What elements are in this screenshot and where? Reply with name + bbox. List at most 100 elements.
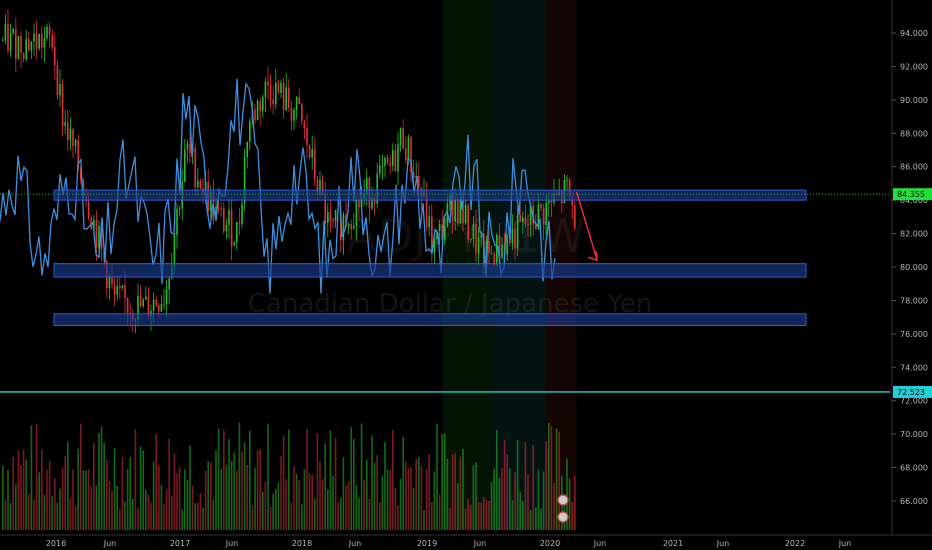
y-tick-label: 86.000 xyxy=(900,163,928,172)
volume-bar xyxy=(137,507,139,530)
candle-body xyxy=(490,252,493,255)
volume-bar xyxy=(106,460,108,530)
volume-bar xyxy=(407,468,410,530)
candle-body xyxy=(17,35,20,60)
volume-bar xyxy=(371,435,373,530)
candle-body xyxy=(158,305,160,312)
volume-bar xyxy=(574,475,576,530)
candle-body xyxy=(272,99,274,105)
volume-bar xyxy=(329,430,332,530)
y-tick-label: 90.000 xyxy=(900,96,928,105)
volume-bar xyxy=(259,449,261,530)
candle-body xyxy=(347,224,350,227)
candle-body xyxy=(282,82,285,111)
volume-bar xyxy=(571,501,573,530)
volume-bar xyxy=(410,466,412,530)
candle-body xyxy=(228,210,230,225)
volume-bar xyxy=(197,502,199,530)
volume-bar xyxy=(100,426,103,530)
volume-bar xyxy=(360,423,363,530)
candle-body xyxy=(12,28,14,34)
volume-bar xyxy=(163,504,165,530)
candle-body xyxy=(233,242,235,246)
volume-bar xyxy=(511,500,514,530)
volume-bar xyxy=(548,423,550,530)
candle-body xyxy=(472,224,475,240)
candle-body xyxy=(566,179,568,181)
volume-bar xyxy=(514,472,516,530)
volume-bar xyxy=(150,502,152,530)
volume-bar xyxy=(119,509,121,530)
candle-body xyxy=(254,109,256,121)
volume-bar xyxy=(54,478,56,530)
volume-bar xyxy=(433,471,436,530)
volume-bar xyxy=(493,468,495,530)
volume-bar xyxy=(399,478,402,530)
volume-bar xyxy=(509,468,511,530)
volume-bar xyxy=(186,479,189,530)
volume-bar xyxy=(207,461,209,530)
volume-bar xyxy=(428,454,430,530)
candle-body xyxy=(275,82,277,105)
candle-body xyxy=(48,26,51,35)
candle-body xyxy=(56,65,59,96)
volume-bar xyxy=(303,468,306,530)
candle-body xyxy=(537,204,540,230)
volume-bar xyxy=(173,453,176,530)
volume-bar xyxy=(93,443,95,530)
volume-bar xyxy=(139,446,142,530)
volume-bar xyxy=(345,485,347,530)
candle-body xyxy=(524,217,527,224)
volume-bar xyxy=(184,469,186,530)
volume-bar xyxy=(457,483,459,530)
candle-body xyxy=(514,228,516,249)
volume-bar xyxy=(316,433,319,530)
candle-body xyxy=(418,175,420,188)
volume-bar xyxy=(295,473,298,530)
zone-1 xyxy=(53,189,807,201)
volume-bar xyxy=(178,466,181,530)
volume-bar xyxy=(431,502,433,530)
volume-bar xyxy=(25,459,27,530)
candle-body xyxy=(4,23,7,41)
volume-bar xyxy=(527,474,529,530)
volume-bar xyxy=(379,502,381,530)
volume-bar xyxy=(48,460,51,530)
volume-bar xyxy=(160,484,163,530)
volume-bar xyxy=(269,506,272,530)
price-badge-label: 72.523 xyxy=(897,388,925,397)
volume-bar xyxy=(134,429,137,530)
volume-bar xyxy=(17,450,20,530)
volume-bar xyxy=(418,457,420,530)
candle-body xyxy=(308,145,311,158)
volume-bar xyxy=(30,425,33,530)
candle-body xyxy=(87,201,90,218)
volume-bar xyxy=(441,434,443,530)
volume-bar xyxy=(69,497,72,530)
volume-bar xyxy=(254,467,256,530)
volume-bar xyxy=(202,507,204,530)
candle-body xyxy=(267,81,269,86)
x-tick-label: 2022 xyxy=(785,539,805,548)
volume-bar xyxy=(542,471,545,530)
volume-bar xyxy=(155,434,157,530)
volume-bar xyxy=(262,491,264,530)
volume-bar xyxy=(212,499,215,530)
volume-bar xyxy=(467,499,469,530)
candle-body xyxy=(160,304,163,312)
candle-body xyxy=(152,299,155,311)
volume-bar xyxy=(350,427,352,530)
candle-body xyxy=(173,235,176,266)
volume-bar xyxy=(496,429,498,530)
volume-bar xyxy=(98,432,100,530)
candle-body xyxy=(139,295,142,307)
volume-bar xyxy=(249,430,251,530)
candle-body xyxy=(397,144,399,172)
volume-bar xyxy=(15,484,17,530)
chart: CADJPY, 1W Canadian Dollar / Japanese Yen… xyxy=(0,0,932,550)
x-tick-label: 2021 xyxy=(663,539,683,548)
candle-body xyxy=(225,224,228,232)
x-tick-label: 2016 xyxy=(46,539,66,548)
candle-body xyxy=(155,299,157,306)
volume-bar xyxy=(368,498,371,530)
